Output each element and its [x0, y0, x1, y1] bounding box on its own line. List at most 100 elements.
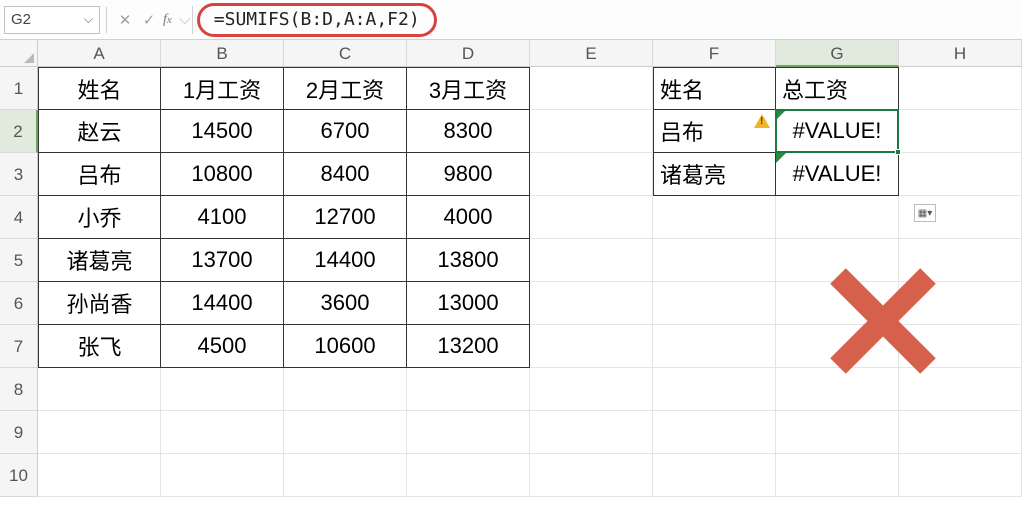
- autofill-options-icon[interactable]: ▦▾: [914, 204, 936, 222]
- cell[interactable]: [530, 239, 653, 282]
- fx-icon[interactable]: fx: [163, 12, 172, 28]
- cell[interactable]: 12700: [284, 196, 407, 239]
- cell[interactable]: [161, 454, 284, 497]
- cell[interactable]: [407, 368, 530, 411]
- column-header[interactable]: F: [653, 40, 776, 67]
- cell[interactable]: [284, 368, 407, 411]
- cell[interactable]: [284, 454, 407, 497]
- cell[interactable]: 诸葛亮: [653, 153, 776, 196]
- cell[interactable]: 14500: [161, 110, 284, 153]
- cell[interactable]: [530, 282, 653, 325]
- cell[interactable]: 13700: [161, 239, 284, 282]
- row-header[interactable]: 6: [0, 282, 38, 325]
- cell[interactable]: [38, 368, 161, 411]
- row-header[interactable]: 10: [0, 454, 38, 497]
- cell[interactable]: [38, 411, 161, 454]
- cell[interactable]: [530, 368, 653, 411]
- cell[interactable]: 张飞: [38, 325, 161, 368]
- cell[interactable]: [776, 454, 899, 497]
- column-header[interactable]: E: [530, 40, 653, 67]
- column-header[interactable]: A: [38, 40, 161, 67]
- cell[interactable]: [407, 454, 530, 497]
- cell[interactable]: [653, 411, 776, 454]
- cell[interactable]: 2月工资: [284, 67, 407, 110]
- cell[interactable]: [899, 110, 1022, 153]
- cell[interactable]: 姓名: [38, 67, 161, 110]
- check-icon[interactable]: ✓: [137, 8, 161, 32]
- cell[interactable]: [899, 411, 1022, 454]
- cell[interactable]: [530, 196, 653, 239]
- column-header[interactable]: G: [776, 40, 899, 67]
- row-header[interactable]: 2: [0, 110, 38, 153]
- cell[interactable]: 10800: [161, 153, 284, 196]
- cell[interactable]: 14400: [161, 282, 284, 325]
- cell[interactable]: 14400: [284, 239, 407, 282]
- warning-icon[interactable]: [754, 114, 770, 128]
- cell[interactable]: [284, 411, 407, 454]
- column-header[interactable]: C: [284, 40, 407, 67]
- cell[interactable]: 赵云: [38, 110, 161, 153]
- cell[interactable]: #VALUE!: [776, 153, 899, 196]
- name-box[interactable]: G2 ⌵: [4, 6, 100, 34]
- cell[interactable]: 8400: [284, 153, 407, 196]
- cell[interactable]: [776, 411, 899, 454]
- cell[interactable]: [530, 110, 653, 153]
- cell[interactable]: [161, 368, 284, 411]
- cell[interactable]: 6700: [284, 110, 407, 153]
- cell[interactable]: [653, 454, 776, 497]
- cell[interactable]: 诸葛亮: [38, 239, 161, 282]
- cell[interactable]: 13000: [407, 282, 530, 325]
- cell[interactable]: [653, 282, 776, 325]
- cell[interactable]: [530, 153, 653, 196]
- row-header[interactable]: 4: [0, 196, 38, 239]
- cell[interactable]: 4000: [407, 196, 530, 239]
- cell[interactable]: [407, 411, 530, 454]
- row-header[interactable]: 1: [0, 67, 38, 110]
- column-header[interactable]: H: [899, 40, 1022, 67]
- chevron-down-icon[interactable]: ⌵: [84, 12, 93, 27]
- row-header[interactable]: 3: [0, 153, 38, 196]
- cell[interactable]: 孙尚香: [38, 282, 161, 325]
- cell[interactable]: [653, 239, 776, 282]
- cell[interactable]: 1月工资: [161, 67, 284, 110]
- cell[interactable]: [38, 454, 161, 497]
- cell[interactable]: [899, 153, 1022, 196]
- cell[interactable]: 13200: [407, 325, 530, 368]
- chevron-down-icon[interactable]: ⌵: [178, 8, 192, 32]
- row-header[interactable]: 8: [0, 368, 38, 411]
- row-header[interactable]: 5: [0, 239, 38, 282]
- cell[interactable]: 3月工资: [407, 67, 530, 110]
- cell[interactable]: #VALUE!: [776, 110, 899, 153]
- cell[interactable]: [776, 196, 899, 239]
- cell[interactable]: [899, 454, 1022, 497]
- cell[interactable]: 8300: [407, 110, 530, 153]
- cell[interactable]: 姓名: [653, 67, 776, 110]
- cell[interactable]: [899, 67, 1022, 110]
- select-all-corner[interactable]: [0, 40, 38, 67]
- cancel-icon[interactable]: ✕: [113, 8, 137, 32]
- cell-value: 诸葛亮: [66, 244, 132, 276]
- cell[interactable]: [530, 325, 653, 368]
- cell[interactable]: 10600: [284, 325, 407, 368]
- cell[interactable]: 4100: [161, 196, 284, 239]
- row-header[interactable]: 9: [0, 411, 38, 454]
- cell[interactable]: 9800: [407, 153, 530, 196]
- column-header[interactable]: B: [161, 40, 284, 67]
- cell[interactable]: 吕布: [38, 153, 161, 196]
- spreadsheet-grid[interactable]: ABCDEFGH 12345678910 姓名1月工资2月工资3月工资姓名总工资…: [0, 40, 1022, 505]
- cell[interactable]: 13800: [407, 239, 530, 282]
- column-header[interactable]: D: [407, 40, 530, 67]
- cell[interactable]: 3600: [284, 282, 407, 325]
- cell[interactable]: [530, 454, 653, 497]
- cell[interactable]: [653, 368, 776, 411]
- cell[interactable]: 小乔: [38, 196, 161, 239]
- cell[interactable]: 总工资: [776, 67, 899, 110]
- cell[interactable]: [161, 411, 284, 454]
- formula-input[interactable]: =SUMIFS(B:D,A:A,F2): [197, 3, 437, 37]
- cell[interactable]: [530, 411, 653, 454]
- cell[interactable]: [530, 67, 653, 110]
- cell[interactable]: [653, 325, 776, 368]
- row-header[interactable]: 7: [0, 325, 38, 368]
- cell[interactable]: 4500: [161, 325, 284, 368]
- cell[interactable]: [653, 196, 776, 239]
